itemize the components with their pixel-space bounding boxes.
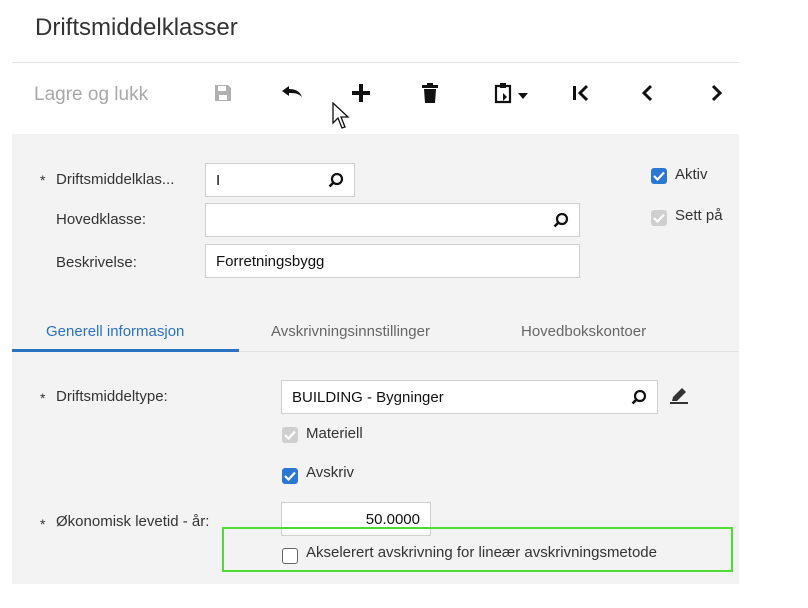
asset-type-label: Driftsmiddeltype: <box>56 388 168 405</box>
material-checkbox[interactable] <box>282 427 298 443</box>
sett-paa-label: Sett på <box>675 207 723 224</box>
save-icon <box>214 84 232 107</box>
tab-gl-accounts[interactable]: Hovedbokskontoer <box>521 323 646 340</box>
accelerated-depreciation-checkbox[interactable] <box>282 548 298 564</box>
save-and-close-button[interactable]: Lagre og lukk <box>34 84 148 106</box>
depreciate-label: Avskriv <box>306 464 355 481</box>
active-tab-indicator <box>12 349 239 352</box>
clipboard-icon <box>494 82 512 109</box>
asset-type-input[interactable]: BUILDING - Bygninger <box>281 380 658 414</box>
required-marker: * <box>40 516 46 532</box>
chevron-down-icon <box>518 86 528 104</box>
next-icon <box>710 84 724 107</box>
first-record-button[interactable] <box>566 82 596 108</box>
accelerated-depreciation-label: Akselerert avskrivning for lineær avskri… <box>306 544 657 561</box>
required-marker: * <box>40 390 46 406</box>
asset-class-input[interactable]: I <box>205 163 355 197</box>
search-icon[interactable] <box>553 212 569 232</box>
description-label: Beskrivelse: <box>56 254 137 271</box>
search-icon[interactable] <box>328 172 344 192</box>
asset-type-value: BUILDING - Bygninger <box>292 388 444 406</box>
undo-button[interactable] <box>276 82 308 108</box>
plus-icon <box>351 83 371 108</box>
active-label: Aktiv <box>675 166 708 183</box>
main-class-input[interactable] <box>205 203 580 237</box>
previous-icon <box>640 84 654 107</box>
useful-life-value: 50.0000 <box>365 510 420 528</box>
pencil-icon[interactable] <box>669 387 689 410</box>
sett-paa-checkbox[interactable] <box>651 210 667 226</box>
add-button[interactable] <box>346 82 376 108</box>
page-title: Driftsmiddelklasser <box>35 14 238 41</box>
required-marker: * <box>40 172 46 188</box>
tab-depreciation-settings[interactable]: Avskrivningsinnstillinger <box>271 323 430 340</box>
next-record-button[interactable] <box>704 82 730 108</box>
description-value: Forretningsbygg <box>216 252 325 270</box>
description-input[interactable]: Forretningsbygg <box>205 244 580 278</box>
depreciate-checkbox[interactable] <box>282 468 298 484</box>
asset-class-label: Driftsmiddelklas... <box>56 171 175 188</box>
material-label: Materiell <box>306 425 363 442</box>
delete-button[interactable] <box>416 82 444 108</box>
search-icon[interactable] <box>631 389 647 409</box>
active-checkbox[interactable] <box>651 168 667 184</box>
tab-general-information[interactable]: Generell informasjon <box>46 323 184 340</box>
paste-menu-button[interactable] <box>486 82 536 108</box>
first-page-icon <box>571 84 591 107</box>
main-class-label: Hovedklasse: <box>56 211 147 228</box>
mouse-cursor-icon <box>332 101 350 135</box>
trash-icon <box>422 82 438 108</box>
title-divider <box>12 62 739 63</box>
previous-record-button[interactable] <box>634 82 660 108</box>
save-button[interactable] <box>208 82 238 108</box>
asset-class-value: I <box>216 171 221 189</box>
useful-life-label: Økonomisk levetid - år: <box>56 513 210 530</box>
undo-icon <box>280 84 304 107</box>
